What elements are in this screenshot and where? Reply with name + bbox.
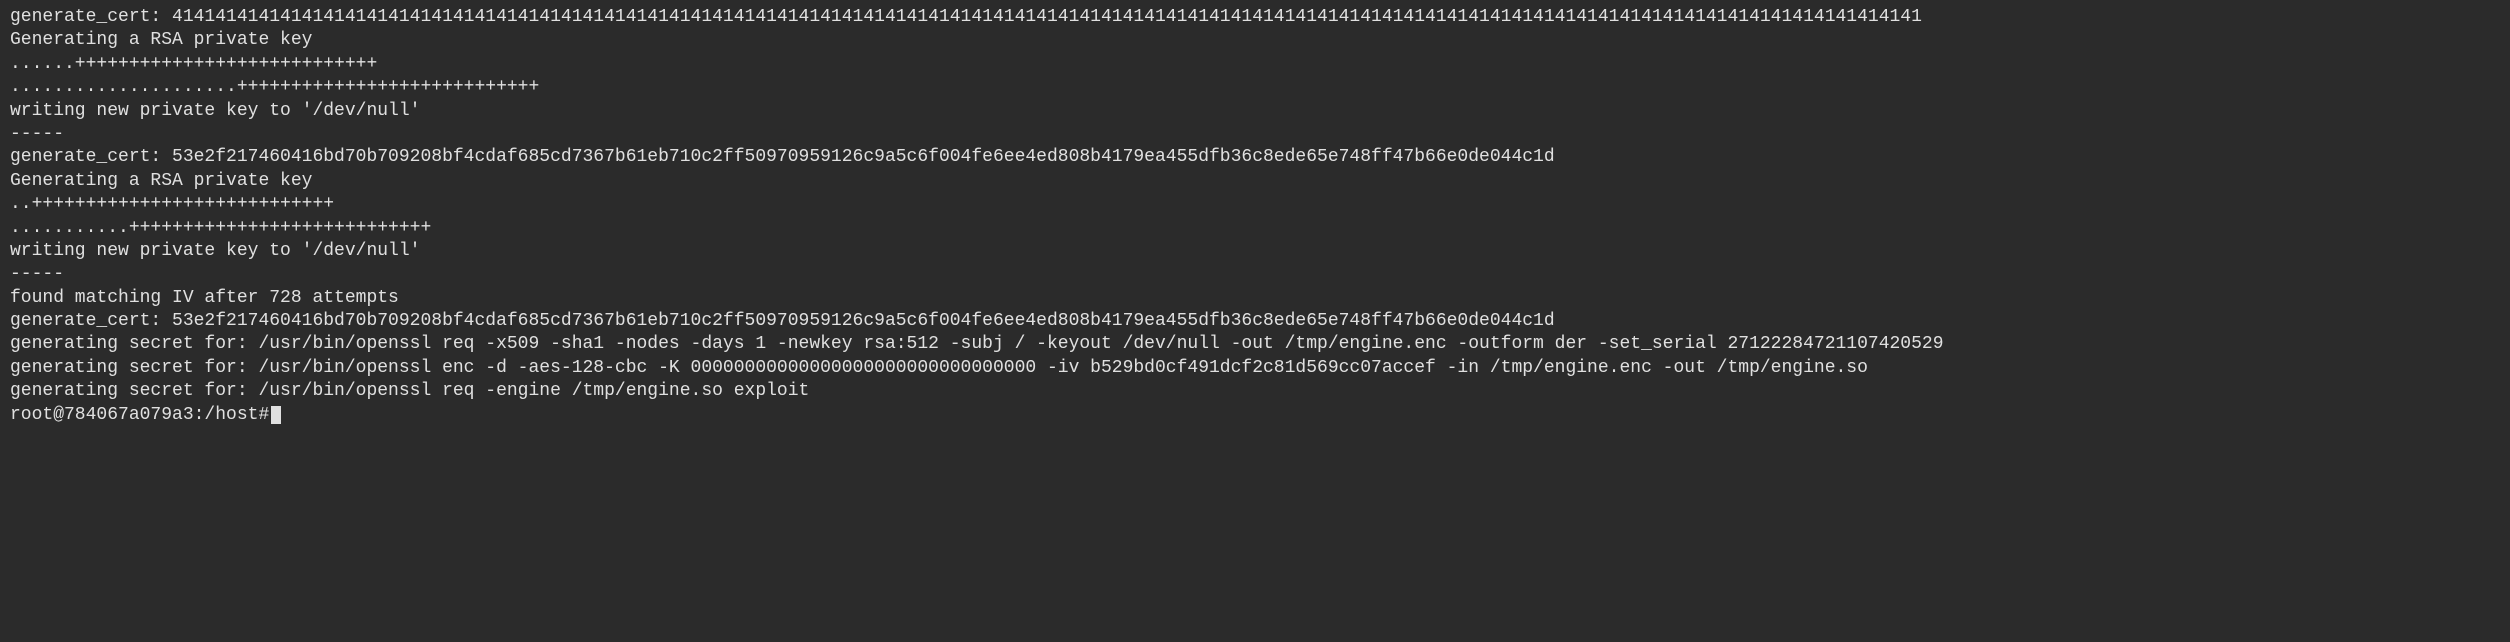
terminal-line: ..++++++++++++++++++++++++++++ xyxy=(10,193,2500,216)
terminal-prompt: root@784067a079a3:/host# xyxy=(10,404,269,427)
terminal-line: Generating a RSA private key xyxy=(10,29,2500,52)
terminal-line: generate_cert: 53e2f217460416bd70b709208… xyxy=(10,310,2500,333)
terminal-line: generating secret for: /usr/bin/openssl … xyxy=(10,380,2500,403)
terminal-line: ----- xyxy=(10,263,2500,286)
terminal-line: ...........++++++++++++++++++++++++++++ xyxy=(10,217,2500,240)
terminal-line: ......++++++++++++++++++++++++++++ xyxy=(10,53,2500,76)
terminal-line: ----- xyxy=(10,123,2500,146)
terminal-output: generate_cert: 4141414141414141414141414… xyxy=(10,6,2500,427)
terminal-line: Generating a RSA private key xyxy=(10,170,2500,193)
terminal-line: found matching IV after 728 attempts xyxy=(10,287,2500,310)
terminal-line: generating secret for: /usr/bin/openssl … xyxy=(10,333,2500,356)
terminal-line: writing new private key to '/dev/null' xyxy=(10,240,2500,263)
terminal-cursor xyxy=(271,406,281,424)
terminal-line: .....................+++++++++++++++++++… xyxy=(10,76,2500,99)
terminal-line: writing new private key to '/dev/null' xyxy=(10,100,2500,123)
terminal-line: generate_cert: 53e2f217460416bd70b709208… xyxy=(10,146,2500,169)
terminal-line: generating secret for: /usr/bin/openssl … xyxy=(10,357,2500,380)
terminal-line: generate_cert: 4141414141414141414141414… xyxy=(10,6,2500,29)
terminal-prompt-line[interactable]: root@784067a079a3:/host# xyxy=(10,404,2500,427)
